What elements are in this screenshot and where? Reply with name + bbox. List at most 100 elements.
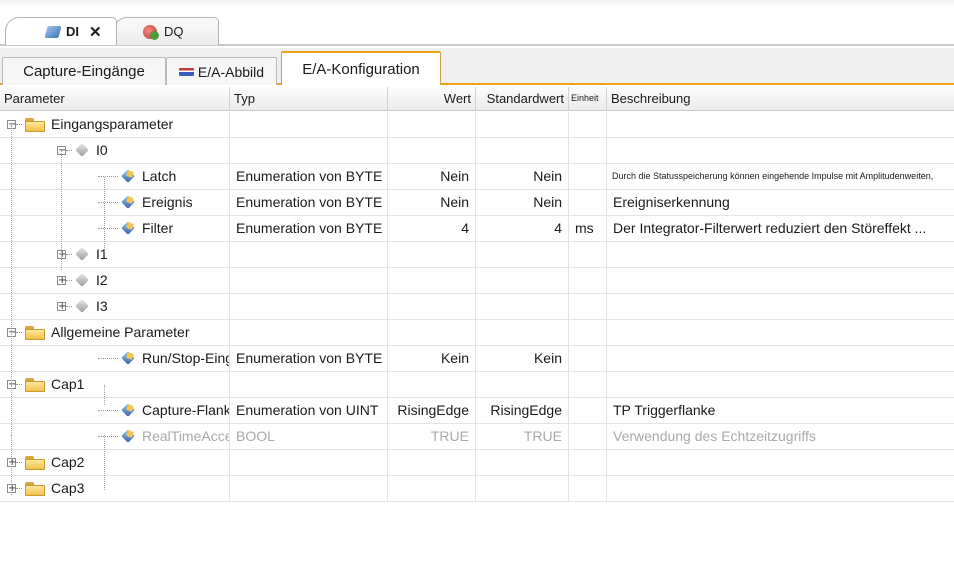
table-row[interactable]: RealTimeAccessBOOLTRUETRUEVerwendung des… (0, 424, 954, 450)
tree-connector (98, 228, 118, 229)
folder-icon (25, 117, 45, 132)
standardwert-cell (476, 320, 569, 345)
standardwert-cell: Nein (476, 190, 569, 215)
column-header-parameter[interactable]: Parameter (0, 87, 230, 110)
standardwert-cell: TRUE (476, 424, 569, 449)
wert-cell (388, 450, 476, 475)
tab-ea-abbild[interactable]: E/A-Abbild (166, 57, 277, 85)
tree-connector (66, 280, 72, 281)
tree-node: Filter (98, 216, 173, 241)
einheit-cell: ms (569, 216, 607, 241)
table-row[interactable]: − Cap1 (0, 372, 954, 398)
tree-node: + Cap3 (7, 476, 84, 501)
standardwert-cell (476, 112, 569, 137)
tree-connector (66, 254, 72, 255)
tree-connector (98, 176, 118, 177)
table-row[interactable]: + I1 (0, 242, 954, 268)
einheit-cell (569, 320, 607, 345)
wert-cell (388, 294, 476, 319)
tree-node: − Cap1 (7, 372, 84, 397)
tree-connector (16, 462, 22, 463)
table-row[interactable]: Capture-Flanke Enumeration von UINT Rising… (0, 398, 954, 424)
wert-cell[interactable]: RisingEdge (388, 398, 476, 423)
folder-icon (25, 377, 45, 392)
parameter-label: Capture-Flanke (142, 402, 230, 418)
wert-cell[interactable]: Kein (388, 346, 476, 371)
table-row[interactable]: Filter Enumeration von BYTE 4 4 ms Der Integr… (0, 216, 954, 242)
parameter-icon (121, 429, 136, 444)
tree-node: − Eingangsparameter (7, 112, 173, 137)
beschreibung-cell: Durch die Statusspeicherung können einge… (612, 171, 934, 181)
standardwert-cell: RisingEdge (476, 398, 569, 423)
beschreibung-cell (607, 268, 954, 293)
tab-ea-konfiguration[interactable]: E/A-Konfiguration (281, 51, 441, 85)
wert-cell[interactable]: Nein (388, 164, 476, 189)
column-header-standardwert[interactable]: Standardwert (476, 87, 569, 110)
einheit-cell (569, 138, 607, 163)
standardwert-cell: 4 (476, 216, 569, 241)
wert-cell[interactable]: TRUE (388, 424, 476, 449)
column-header-beschreibung[interactable]: Beschreibung (607, 87, 954, 110)
table-row[interactable]: + I3 (0, 294, 954, 320)
standardwert-cell (476, 372, 569, 397)
column-header-einheit[interactable]: Einheit (569, 87, 607, 110)
parameter-label: Filter (142, 220, 174, 236)
tree-guide-line (11, 385, 12, 405)
einheit-cell (569, 242, 607, 267)
tree-connector (16, 332, 22, 333)
einheit-cell (569, 372, 607, 397)
tree-node: Run/Stop-Eingang (98, 346, 229, 371)
typ-cell (230, 112, 388, 137)
tab-di[interactable]: DI ✕ (5, 17, 117, 45)
einheit-cell (569, 190, 607, 215)
typ-cell: Enumeration von BYTE (230, 190, 388, 215)
tree-guide-line (61, 150, 62, 270)
tree-node: Latch (98, 164, 176, 189)
wert-cell (388, 242, 476, 267)
table-row[interactable]: Run/Stop-EingangEnumeration von BYTEKein… (0, 346, 954, 372)
tree-guide-line (11, 435, 12, 455)
table-row[interactable]: + I2 (0, 268, 954, 294)
table-row[interactable]: − Allgemeine Parameter (0, 320, 954, 346)
parameter-cell: + Cap3 (0, 476, 230, 501)
channel-icon (75, 247, 90, 262)
parameter-label: Cap1 (51, 376, 85, 392)
typ-cell: Enumeration von BYTE (230, 216, 388, 241)
parameter-cell: + I1 (0, 242, 230, 267)
expand-icon[interactable]: + (57, 302, 66, 312)
beschreibung-cell (607, 112, 954, 137)
tree-guide-line (104, 385, 105, 405)
tab-dq[interactable]: DQ (113, 17, 219, 45)
tab-capture-eingaenge[interactable]: Capture-Eingänge (2, 57, 166, 85)
typ-cell (230, 320, 388, 345)
tab-ea-konfiguration-label: E/A-Konfiguration (302, 60, 420, 78)
table-row[interactable]: + Cap2 (0, 450, 954, 476)
expand-icon[interactable]: + (57, 276, 66, 286)
close-icon[interactable]: ✕ (89, 23, 102, 41)
beschreibung-cell: Der Integrator-Filterwert reduziert den … (613, 220, 927, 236)
tree-connector (66, 306, 72, 307)
tab-di-label: DI (66, 24, 79, 39)
column-header-typ[interactable]: Typ (230, 87, 388, 110)
wert-cell[interactable]: Nein (388, 190, 476, 215)
parameter-cell: + I3 (0, 294, 230, 319)
column-header-wert[interactable]: Wert (388, 87, 476, 110)
einheit-cell (569, 450, 607, 475)
dq-module-icon (142, 23, 160, 41)
io-image-icon (178, 67, 194, 76)
beschreibung-cell (607, 450, 954, 475)
wert-cell[interactable]: 4 (388, 216, 476, 241)
table-row[interactable]: Ereignis Enumeration von BYTE Nein Nein Erei… (0, 190, 954, 216)
tab-strip-shade (0, 0, 954, 8)
beschreibung-cell (607, 476, 954, 501)
table-row[interactable]: Latch Enumeration von BYTE Nein Nein Durch d… (0, 164, 954, 190)
beschreibung-cell (607, 138, 954, 163)
table-row[interactable]: + Cap3 (0, 476, 954, 502)
einheit-cell (569, 346, 607, 371)
wert-cell (388, 372, 476, 397)
parameter-label: I1 (96, 246, 108, 262)
table-row[interactable]: − Eingangsparameter (0, 112, 954, 138)
table-row[interactable]: − I0 (0, 138, 954, 164)
tab-dq-label: DQ (164, 24, 184, 39)
parameter-cell: Ereignis (0, 190, 230, 215)
